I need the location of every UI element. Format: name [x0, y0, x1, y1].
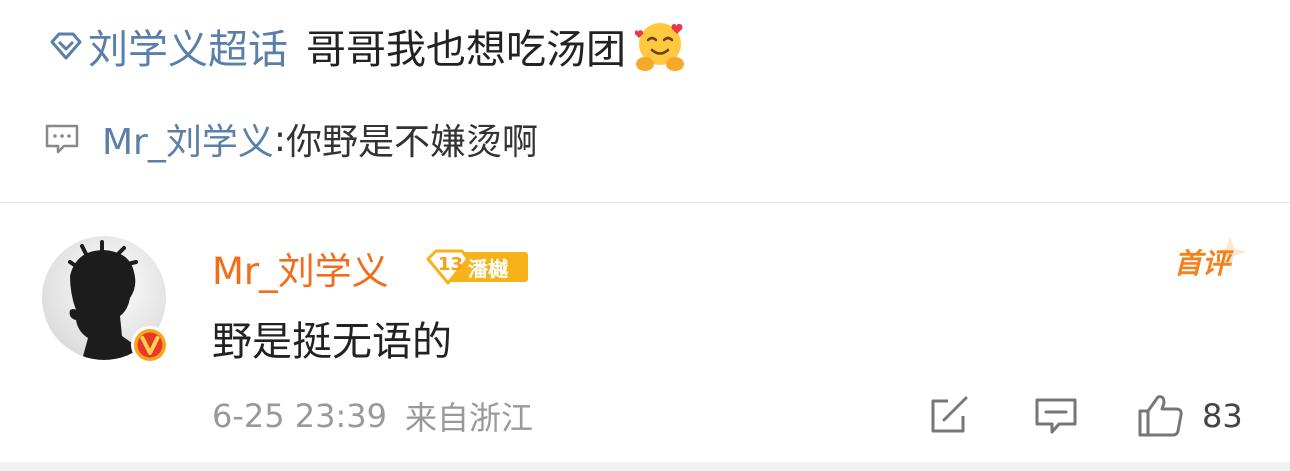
fan-level-number: 13	[438, 254, 464, 275]
fan-level-label: 潘樾	[468, 257, 508, 281]
hugging-face-emoji	[634, 23, 684, 71]
comment-username[interactable]: Mr_刘学义	[212, 243, 389, 293]
thumbs-up-icon	[1138, 395, 1183, 437]
fan-level-badge[interactable]: 13 潘樾	[424, 249, 528, 285]
repost-button[interactable]	[928, 392, 972, 440]
post-text: 哥哥我也想吃汤团	[306, 27, 626, 73]
like-count: 83	[1202, 397, 1243, 435]
repost-icon	[931, 396, 968, 433]
divider	[0, 202, 1290, 203]
quote-username-link[interactable]: Mr_刘学义	[102, 113, 274, 165]
like-button[interactable]: 83	[1136, 392, 1243, 440]
quoted-comment[interactable]: Mr_刘学义 : 你野是不嫌烫啊	[44, 108, 538, 170]
quote-text: 你野是不嫌烫啊	[286, 122, 539, 163]
verified-v-icon	[131, 326, 169, 364]
comment-location: 来自浙江	[405, 399, 534, 437]
diamond-icon	[50, 32, 82, 60]
comment-icon	[1035, 398, 1077, 434]
comment-button[interactable]	[1034, 392, 1078, 440]
quote-comment-icon	[45, 124, 79, 154]
quote-separator: :	[273, 118, 287, 160]
comment-meta: 6-25 23:39 来自浙江	[212, 392, 533, 440]
bottom-separator	[0, 462, 1290, 471]
comment-text: 野是挺无语的	[212, 319, 452, 365]
post-line: 刘学义超话 哥哥我也想吃汤团	[46, 14, 688, 78]
comment-date: 6-25 23:39	[212, 397, 388, 435]
topic-link[interactable]: 刘学义超话	[88, 17, 288, 75]
first-comment-tag: 首评	[1170, 234, 1250, 286]
